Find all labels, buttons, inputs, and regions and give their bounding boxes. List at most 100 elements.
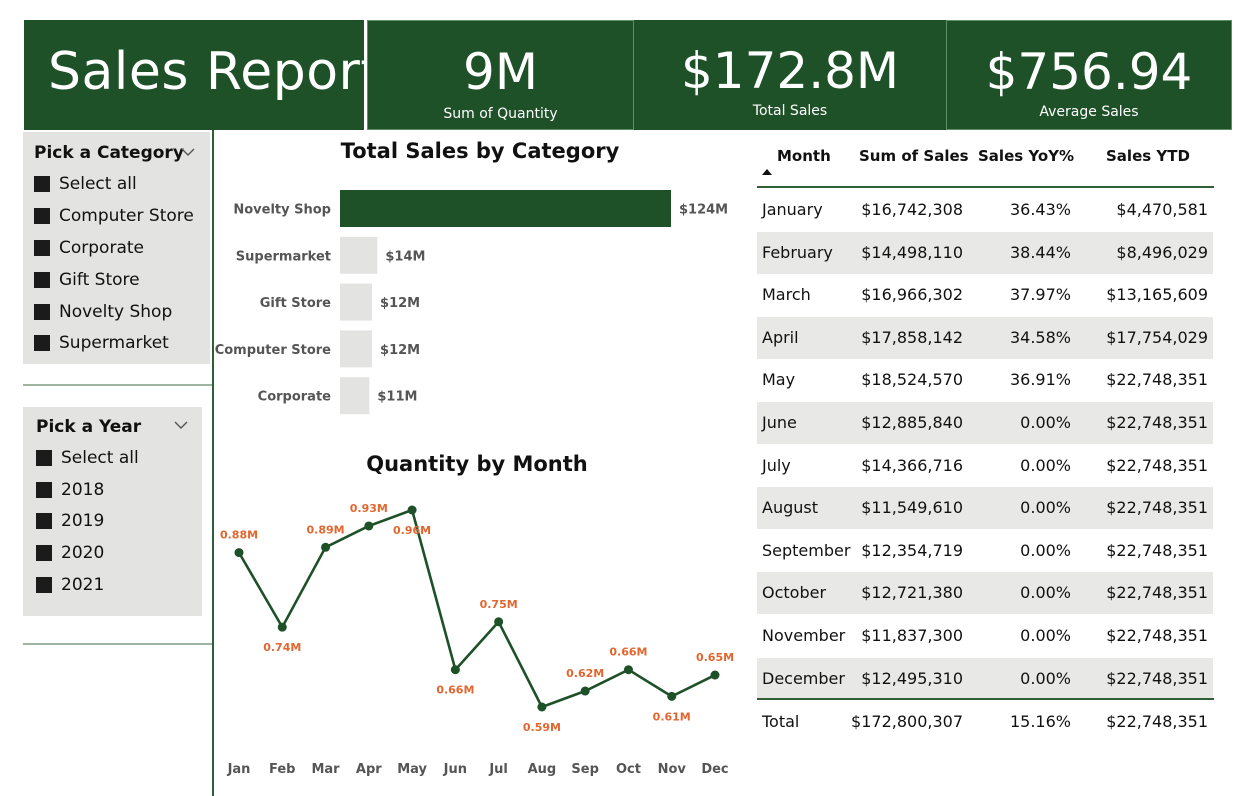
line-point[interactable] bbox=[710, 670, 720, 680]
table-row: September $12,354,719 0.00% $22,748,351 bbox=[757, 530, 1213, 572]
line-chart-title: Quantity by Month bbox=[366, 452, 588, 476]
line-point[interactable] bbox=[234, 548, 244, 558]
point-value-label: 0.59M bbox=[523, 721, 561, 734]
checkbox[interactable] bbox=[36, 513, 52, 529]
report-title-banner: Sales Report bbox=[24, 20, 381, 130]
checkbox[interactable] bbox=[36, 450, 52, 466]
line-point[interactable] bbox=[277, 622, 287, 632]
total-sales: $172,800,307 bbox=[851, 712, 963, 731]
option-label: 2020 bbox=[61, 543, 105, 563]
bar-chart-title: Total Sales by Category bbox=[340, 139, 620, 163]
point-value-label: 0.93M bbox=[350, 502, 388, 515]
bar[interactable] bbox=[340, 330, 373, 368]
x-axis-tick-label: Nov bbox=[658, 762, 687, 777]
x-axis-tick-label: Sep bbox=[571, 762, 599, 777]
point-value-label: 0.74M bbox=[263, 641, 301, 654]
bar[interactable] bbox=[340, 377, 370, 415]
ytd-cell: $22,748,351 bbox=[1106, 668, 1208, 688]
kpi-label: Average Sales bbox=[1039, 104, 1139, 120]
vertical-divider bbox=[212, 130, 214, 796]
column-header-month[interactable]: Month bbox=[777, 147, 831, 165]
option-label: Select all bbox=[61, 448, 139, 468]
ytd-cell: $8,496,029 bbox=[1116, 242, 1208, 262]
option-label: Gift Store bbox=[59, 270, 140, 290]
point-value-label: 0.62M bbox=[566, 667, 604, 680]
ytd-cell: $22,748,351 bbox=[1106, 498, 1208, 518]
point-value-label: 0.88M bbox=[220, 529, 258, 542]
line-point[interactable] bbox=[364, 521, 374, 531]
sales-cell: $16,966,302 bbox=[861, 285, 963, 305]
yoy-cell: 37.97% bbox=[1009, 285, 1071, 305]
line-point[interactable] bbox=[667, 691, 677, 701]
quantity-line bbox=[237, 508, 716, 709]
kpi-card-quantity: 9M Sum of Quantity bbox=[367, 20, 634, 130]
option-label: 2018 bbox=[61, 480, 105, 500]
checkbox[interactable] bbox=[34, 208, 50, 224]
yoy-cell: 34.58% bbox=[1009, 327, 1071, 347]
checkbox[interactable] bbox=[34, 176, 50, 192]
month-cell: January bbox=[762, 200, 823, 219]
bar[interactable] bbox=[340, 283, 373, 321]
x-axis-tick-label: Jun bbox=[443, 762, 467, 777]
bar-value-label: $12M bbox=[380, 296, 420, 311]
sales-cell: $14,366,716 bbox=[861, 455, 963, 475]
line-point[interactable] bbox=[450, 665, 460, 675]
bar-category-label: Novelty Shop bbox=[233, 203, 331, 218]
checkbox[interactable] bbox=[34, 272, 50, 288]
x-axis-tick-label: Oct bbox=[616, 762, 641, 777]
line-point[interactable] bbox=[321, 542, 331, 552]
table-row: April $17,858,142 34.58% $17,754,029 bbox=[757, 316, 1213, 359]
sales-cell: $12,721,380 bbox=[861, 583, 963, 603]
bar-value-label: $11M bbox=[377, 390, 417, 405]
column-header-sales-yoy[interactable]: Sales YoY% bbox=[978, 147, 1074, 165]
checkbox[interactable] bbox=[34, 240, 50, 256]
line-point[interactable] bbox=[580, 686, 590, 696]
bar-value-label: $14M bbox=[385, 249, 425, 264]
bar-category-label: Computer Store bbox=[215, 343, 331, 358]
header-divider bbox=[757, 186, 1214, 188]
yoy-cell: 0.00% bbox=[1020, 540, 1071, 560]
line-point[interactable] bbox=[623, 665, 633, 675]
checkbox[interactable] bbox=[36, 545, 52, 561]
table-row: January $16,742,308 36.43% $4,470,581 bbox=[757, 189, 1213, 231]
table-row: August $11,549,610 0.00% $22,748,351 bbox=[757, 487, 1213, 530]
line-point[interactable] bbox=[537, 702, 547, 712]
ytd-cell: $22,748,351 bbox=[1106, 455, 1208, 475]
kpi-value: $756.94 bbox=[985, 43, 1193, 101]
x-axis-tick-label: Feb bbox=[269, 762, 295, 777]
bar-category-label: Supermarket bbox=[236, 249, 331, 264]
column-header-sales-ytd[interactable]: Sales YTD bbox=[1106, 147, 1190, 165]
yoy-cell: 36.43% bbox=[1009, 200, 1071, 219]
sort-ascending-icon[interactable] bbox=[762, 168, 772, 175]
bar[interactable] bbox=[340, 236, 378, 274]
sales-cell: $11,549,610 bbox=[861, 498, 963, 518]
divider bbox=[23, 643, 213, 645]
checkbox[interactable] bbox=[36, 577, 52, 593]
bar[interactable] bbox=[340, 190, 671, 227]
ytd-cell: $22,748,351 bbox=[1106, 583, 1208, 603]
line-point[interactable] bbox=[494, 617, 504, 627]
yoy-cell: 0.00% bbox=[1020, 413, 1071, 432]
checkbox[interactable] bbox=[34, 335, 50, 351]
chevron-down-icon[interactable] bbox=[174, 418, 188, 432]
year-slicer: Pick a Year Select all 2018 2019 2020 20… bbox=[23, 407, 202, 616]
checkbox[interactable] bbox=[34, 304, 50, 320]
month-cell: March bbox=[762, 285, 811, 305]
table-total-row: Total $172,800,307 15.16% $22,748,351 bbox=[757, 701, 1213, 743]
ytd-cell: $22,748,351 bbox=[1106, 540, 1208, 560]
point-value-label: 0.96M bbox=[393, 524, 431, 537]
sales-cell: $11,837,300 bbox=[861, 626, 963, 645]
point-value-label: 0.75M bbox=[480, 598, 518, 611]
point-value-label: 0.66M bbox=[436, 684, 474, 697]
column-header-sum-of-sales[interactable]: Sum of Sales bbox=[859, 147, 969, 165]
option-label: 2021 bbox=[61, 575, 105, 595]
option-label: 2019 bbox=[61, 511, 105, 531]
checkbox[interactable] bbox=[36, 482, 52, 498]
line-point[interactable] bbox=[407, 505, 417, 515]
chevron-down-icon[interactable] bbox=[181, 145, 195, 159]
table-row: November $11,837,300 0.00% $22,748,351 bbox=[757, 615, 1213, 657]
kpi-card-average-sales: $756.94 Average Sales bbox=[946, 20, 1232, 130]
month-cell: December bbox=[762, 668, 845, 688]
point-value-label: 0.89M bbox=[306, 523, 344, 536]
point-value-label: 0.66M bbox=[609, 646, 647, 659]
